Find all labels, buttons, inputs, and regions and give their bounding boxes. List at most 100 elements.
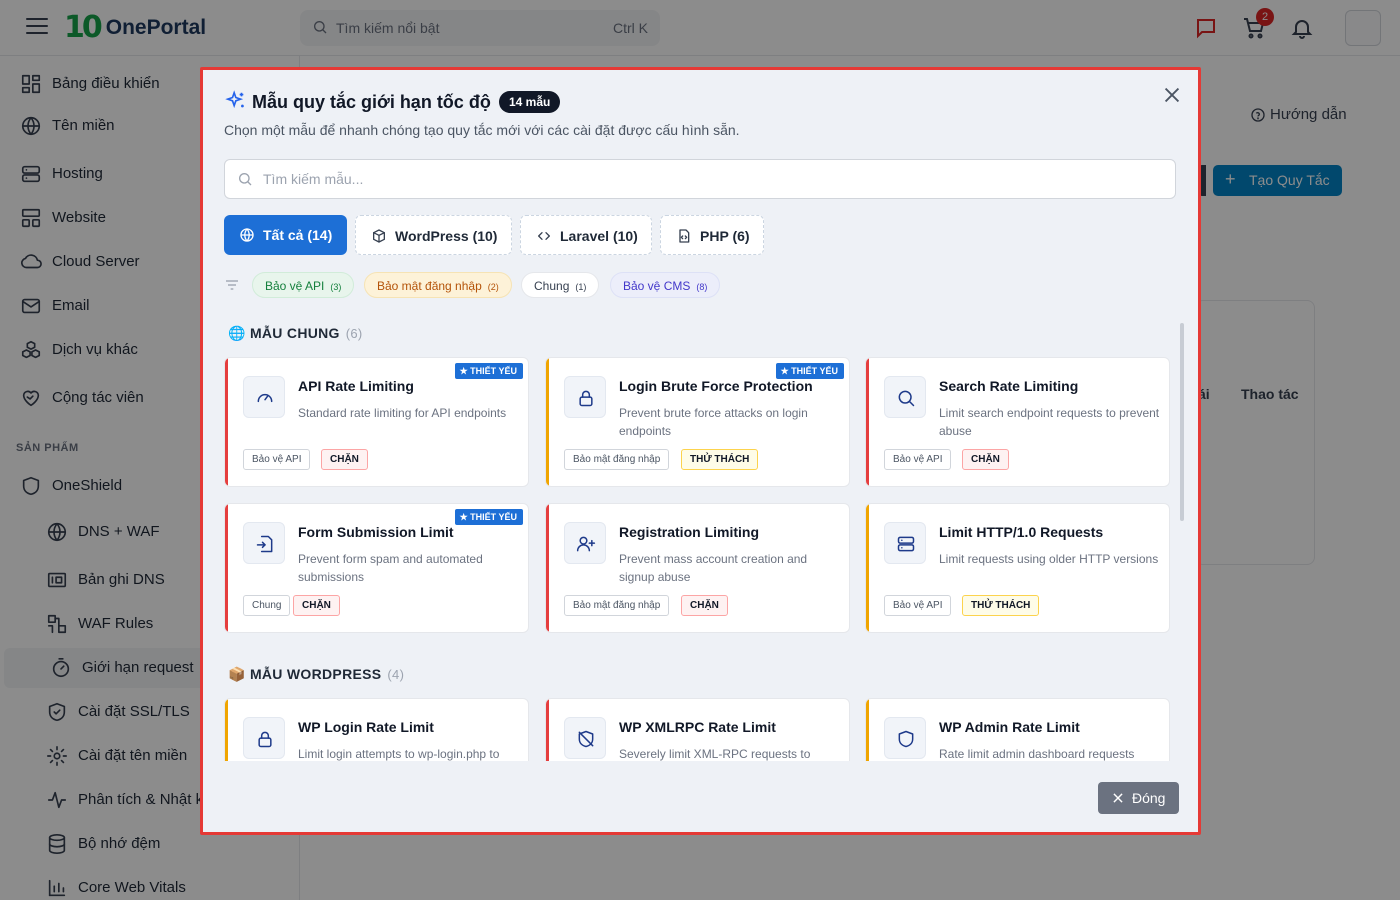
tab-label: WordPress (10) <box>395 228 497 244</box>
chip-count: (1) <box>575 282 587 292</box>
tab-3[interactable]: PHP (6) <box>660 215 764 255</box>
close-icon[interactable] <box>1161 84 1183 106</box>
tab-2[interactable]: Laravel (10) <box>520 215 652 255</box>
card-accent <box>546 504 549 632</box>
card-action-tag: CHẶN <box>321 449 368 470</box>
card-title: Form Submission Limit <box>298 524 454 540</box>
shield-icon <box>884 717 926 759</box>
card-category-tag: Chung <box>243 595 291 616</box>
card-action-tag: CHẶN <box>681 595 728 616</box>
essential-label: THIẾT YẾU <box>470 366 517 376</box>
tab-label: Tất cả (14) <box>263 227 332 243</box>
filter-icon <box>226 280 238 290</box>
chip-count: (3) <box>330 282 342 292</box>
filter-chip-2[interactable]: Chung (1) <box>521 272 600 298</box>
card-accent <box>546 358 549 486</box>
card-accent <box>225 699 228 761</box>
filter-chip-0[interactable]: Bảo vệ API (3) <box>252 272 355 298</box>
code-icon <box>536 228 552 244</box>
template-card[interactable]: Registration Limiting Prevent mass accoun… <box>545 503 850 633</box>
card-description: Prevent brute force attacks on login end… <box>619 406 808 438</box>
shield-off-icon <box>564 717 606 759</box>
close-button-label: Đóng <box>1132 790 1166 806</box>
lock-icon <box>243 717 285 759</box>
template-list[interactable]: 🌐 MẪU CHUNG (6) API Rate Limiting Standard … <box>203 315 1198 761</box>
card-description: Prevent mass account creation and signup… <box>619 552 808 584</box>
tab-count: (6) <box>732 228 750 244</box>
card-category-tag: Bảo mật đăng nhập <box>564 595 670 616</box>
card-title: Registration Limiting <box>619 524 759 540</box>
card-description: Prevent form spam and automated submissi… <box>298 552 483 584</box>
filter-chip-1[interactable]: Bảo mật đăng nhập (2) <box>364 272 512 298</box>
card-description: Limit search endpoint requests to preven… <box>939 406 1160 438</box>
essential-badge: ★ THIẾT YẾU <box>775 363 844 379</box>
essential-badge: ★ THIẾT YẾU <box>454 509 523 525</box>
card-title: WP Admin Rate Limit <box>939 719 1080 735</box>
search-icon <box>239 173 252 186</box>
template-card[interactable]: Login Brute Force Protection Prevent brut… <box>545 357 850 487</box>
file-code-icon <box>676 228 692 244</box>
card-action-tag: CHẶN <box>293 595 340 616</box>
card-category-tag: Bảo vệ API <box>243 449 311 470</box>
section-title: 📦 MẪU WORDPRESS (4) <box>228 666 404 683</box>
section-emoji: 🌐 <box>228 325 246 341</box>
section-emoji: 📦 <box>228 666 246 682</box>
card-title: API Rate Limiting <box>298 378 414 394</box>
filter-chip-3[interactable]: Bảo vệ CMS (8) <box>610 272 721 298</box>
template-card[interactable]: WP Admin Rate Limit Rate limit admin dash… <box>865 698 1170 761</box>
section-name: MẪU CHUNG <box>249 325 340 341</box>
user-plus-icon <box>564 522 606 564</box>
card-accent <box>866 358 869 486</box>
modal-title: Mẫu quy tắc giới hạn tốc độ <box>252 92 491 112</box>
template-card[interactable]: WP Login Rate Limit Limit login attempts … <box>224 698 529 761</box>
scrollbar[interactable] <box>1180 323 1184 521</box>
chip-label: Bảo vệ CMS <box>623 279 691 293</box>
card-action-tag: CHẶN <box>962 449 1009 470</box>
card-description: Standard rate limiting for API endpoints <box>298 406 507 420</box>
template-card[interactable]: WP XMLRPC Rate Limit Severely limit XML-R… <box>545 698 850 761</box>
essential-badge: ★ THIẾT YẾU <box>454 363 523 379</box>
tab-name: PHP <box>700 228 729 244</box>
template-card[interactable]: Form Submission Limit Prevent form spam a… <box>224 503 529 633</box>
card-category-tag: Bảo vệ API <box>884 449 952 470</box>
tab-0[interactable]: Tất cả (14) <box>224 215 347 255</box>
essential-label: THIẾT YẾU <box>470 512 517 522</box>
tab-count: (10) <box>612 228 638 244</box>
search-icon <box>884 376 926 418</box>
tab-1[interactable]: WordPress (10) <box>355 215 512 255</box>
card-accent <box>546 699 549 761</box>
template-card[interactable]: Search Rate Limiting Limit search endpoin… <box>865 357 1170 487</box>
template-card[interactable]: API Rate Limiting Standard rate limiting … <box>224 357 529 487</box>
card-action-tag: THỬ THÁCH <box>681 449 759 470</box>
modal-subtitle: Chọn một mẫu để nhanh chóng tạo quy tắc … <box>224 122 740 138</box>
card-title: Limit HTTP/1.0 Requests <box>939 524 1104 540</box>
template-card[interactable]: Limit HTTP/1.0 Requests Limit requests us… <box>865 503 1170 633</box>
tab-label: PHP (6) <box>700 228 750 244</box>
file-input-icon <box>243 522 285 564</box>
globe-icon <box>239 227 255 243</box>
chip-label: Bảo vệ API <box>265 279 325 293</box>
card-title: Search Rate Limiting <box>939 378 1079 394</box>
card-category-tag: Bảo mật đăng nhập <box>564 449 670 470</box>
close-button[interactable]: Đóng <box>1098 782 1179 814</box>
tab-count: (14) <box>307 227 333 243</box>
tab-name: WordPress <box>395 228 469 244</box>
section-count: (4) <box>387 667 405 682</box>
card-description: Limit requests using older HTTP versions <box>939 552 1159 566</box>
card-description: Severely limit XML-RPC requests to <box>619 747 811 761</box>
lock-icon <box>564 376 606 418</box>
chip-label: Chung <box>534 279 570 293</box>
sparkles-icon <box>225 90 244 109</box>
section-title: 🌐 MẪU CHUNG (6) <box>228 325 363 342</box>
card-accent <box>866 504 869 632</box>
template-search-input[interactable] <box>263 168 1143 190</box>
template-search <box>224 159 1176 199</box>
section-count: (6) <box>345 326 363 341</box>
essential-label: THIẾT YẾU <box>791 366 838 376</box>
card-description: Rate limit admin dashboard requests <box>939 747 1135 761</box>
card-accent <box>225 358 228 486</box>
section-name: MẪU WORDPRESS <box>249 666 382 682</box>
card-category-tag: Bảo vệ API <box>884 595 952 616</box>
tab-name: Tất cả <box>263 227 304 243</box>
card-title: Login Brute Force Protection <box>619 378 813 394</box>
